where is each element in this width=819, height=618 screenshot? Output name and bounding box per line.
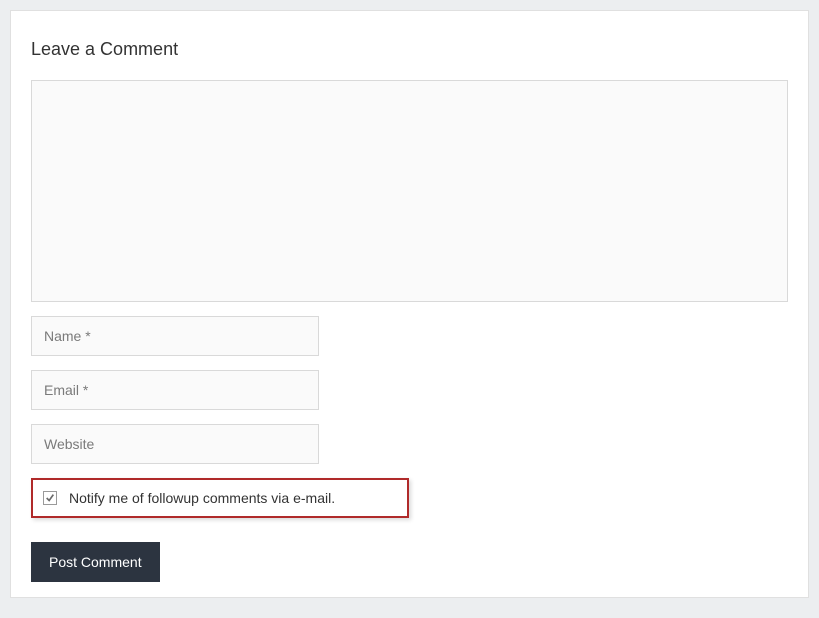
email-field[interactable] <box>31 370 319 410</box>
name-row <box>31 316 788 356</box>
comment-textarea[interactable] <box>31 80 788 302</box>
email-row <box>31 370 788 410</box>
check-icon <box>45 493 55 503</box>
notify-label: Notify me of followup comments via e-mai… <box>69 490 335 506</box>
comment-form-card: Leave a Comment Notify me of followup co… <box>10 10 809 598</box>
notify-highlight-box: Notify me of followup comments via e-mai… <box>31 478 409 518</box>
form-heading: Leave a Comment <box>31 39 788 60</box>
name-field[interactable] <box>31 316 319 356</box>
website-field[interactable] <box>31 424 319 464</box>
website-row <box>31 424 788 464</box>
submit-row: Post Comment <box>31 542 788 582</box>
post-comment-button[interactable]: Post Comment <box>31 542 160 582</box>
notify-checkbox[interactable] <box>43 491 57 505</box>
